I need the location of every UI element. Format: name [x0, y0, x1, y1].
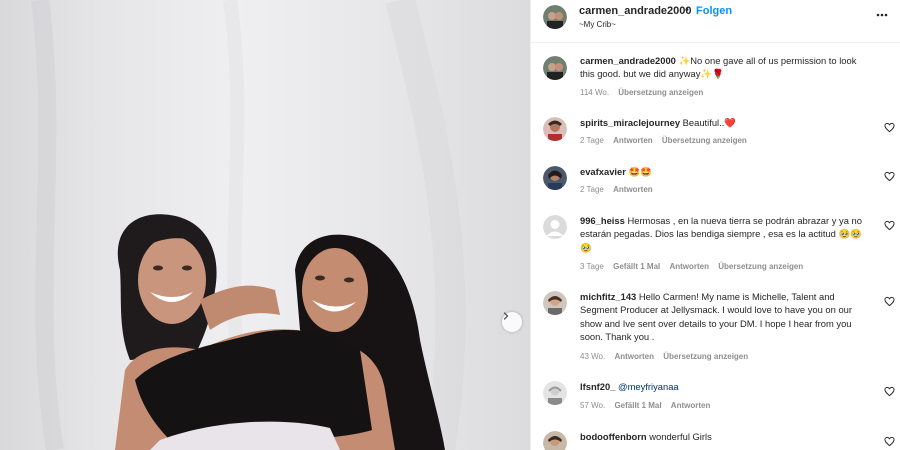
comment-username[interactable]: michfitz_143 — [580, 291, 636, 302]
heart-outline-icon[interactable] — [884, 436, 895, 447]
post-photo[interactable] — [0, 0, 530, 450]
follow-button[interactable]: Folgen — [696, 5, 732, 17]
comment-age[interactable]: 3 Tage — [580, 262, 604, 271]
separator-dot: • — [685, 4, 689, 16]
post-location[interactable]: ~My Crib~ — [579, 20, 616, 29]
comment-body: Beautiful..❤️ — [682, 117, 737, 128]
reply-button[interactable]: Antworten — [613, 185, 653, 194]
post-header: carmen_andrade2000 • Folgen ~My Crib~ — [531, 0, 900, 43]
heart-outline-icon[interactable] — [884, 122, 895, 133]
comment-age[interactable]: 2 Tage — [580, 185, 604, 194]
comments-panel: carmen_andrade2000 • Folgen ~My Crib~ ca… — [530, 0, 900, 450]
reply-button[interactable]: Antworten — [614, 352, 654, 361]
caption-age[interactable]: 114 Wo. — [580, 88, 609, 97]
author-username[interactable]: carmen_andrade2000 — [579, 5, 692, 17]
heart-outline-icon[interactable] — [884, 171, 895, 182]
reply-button[interactable]: Antworten — [613, 136, 653, 145]
translate-button[interactable]: Übersetzung anzeigen — [718, 262, 803, 271]
comment-meta: 3 Tage Gefällt 1 Mal Antworten Übersetzu… — [580, 262, 810, 271]
comment-meta: 57 Wo. Gefällt 1 Mal Antworten — [580, 401, 717, 410]
caption-text: carmen_andrade2000 ✨No one gave all of u… — [580, 54, 872, 81]
commenter-avatar[interactable] — [543, 431, 567, 450]
comment-username[interactable]: bodooffenborn — [580, 431, 647, 442]
more-options-icon[interactable] — [875, 8, 889, 22]
comment-age[interactable]: 57 Wo. — [580, 401, 605, 410]
comment-username[interactable]: evafxavier — [580, 166, 626, 177]
commenter-avatar[interactable] — [543, 166, 567, 190]
translate-button[interactable]: Übersetzung anzeigen — [662, 136, 747, 145]
heart-outline-icon[interactable] — [884, 296, 895, 307]
reply-button[interactable]: Antworten — [669, 262, 709, 271]
comment-meta: 2 Tage Antworten — [580, 185, 660, 194]
heart-outline-icon[interactable] — [884, 220, 895, 231]
caption-meta: 114 Wo. Übersetzung anzeigen — [580, 88, 710, 97]
comment-text: lfsnf20_ @meyfriyanaa — [580, 380, 872, 393]
reply-button[interactable]: Antworten — [671, 401, 711, 410]
heart-outline-icon[interactable] — [884, 386, 895, 397]
comment-meta: 43 Wo. Antworten Übersetzung anzeigen — [580, 352, 755, 361]
commenter-avatar[interactable] — [543, 117, 567, 141]
caption-avatar[interactable] — [543, 56, 567, 80]
author-avatar[interactable] — [543, 5, 567, 29]
comment-body: wonderful Girls — [649, 431, 712, 442]
caption-translate-button[interactable]: Übersetzung anzeigen — [618, 88, 703, 97]
comment-age[interactable]: 2 Tage — [580, 136, 604, 145]
comment-username[interactable]: lfsnf20_ — [580, 381, 615, 392]
commenter-avatar[interactable] — [543, 381, 567, 405]
comment-text: evafxavier 🤩🤩 — [580, 165, 872, 178]
likes-count[interactable]: Gefällt 1 Mal — [613, 262, 660, 271]
comment-text: bodooffenborn wonderful Girls — [580, 430, 872, 443]
comment-age[interactable]: 43 Wo. — [580, 352, 605, 361]
next-photo-button[interactable] — [502, 312, 522, 332]
comment-text: spirits_miraclejourney Beautiful..❤️ — [580, 116, 872, 129]
comment-body: 🤩🤩 — [628, 166, 652, 177]
comment-text: michfitz_143 Hello Carmen! My name is Mi… — [580, 290, 872, 344]
likes-count[interactable]: Gefällt 1 Mal — [614, 401, 661, 410]
post-image — [31, 0, 466, 450]
comment-meta: 2 Tage Antworten Übersetzung anzeigen — [580, 136, 754, 145]
translate-button[interactable]: Übersetzung anzeigen — [663, 352, 748, 361]
comment-username[interactable]: 996_heiss — [580, 215, 625, 226]
chevron-right-icon — [503, 312, 509, 320]
caption-username[interactable]: carmen_andrade2000 — [580, 55, 676, 66]
comment-text: 996_heiss Hermosas , en la nueva tierra … — [580, 214, 872, 254]
comment-mention[interactable]: @meyfriyanaa — [618, 381, 679, 392]
commenter-avatar[interactable] — [543, 215, 567, 239]
comment-username[interactable]: spirits_miraclejourney — [580, 117, 680, 128]
commenter-avatar[interactable] — [543, 291, 567, 315]
